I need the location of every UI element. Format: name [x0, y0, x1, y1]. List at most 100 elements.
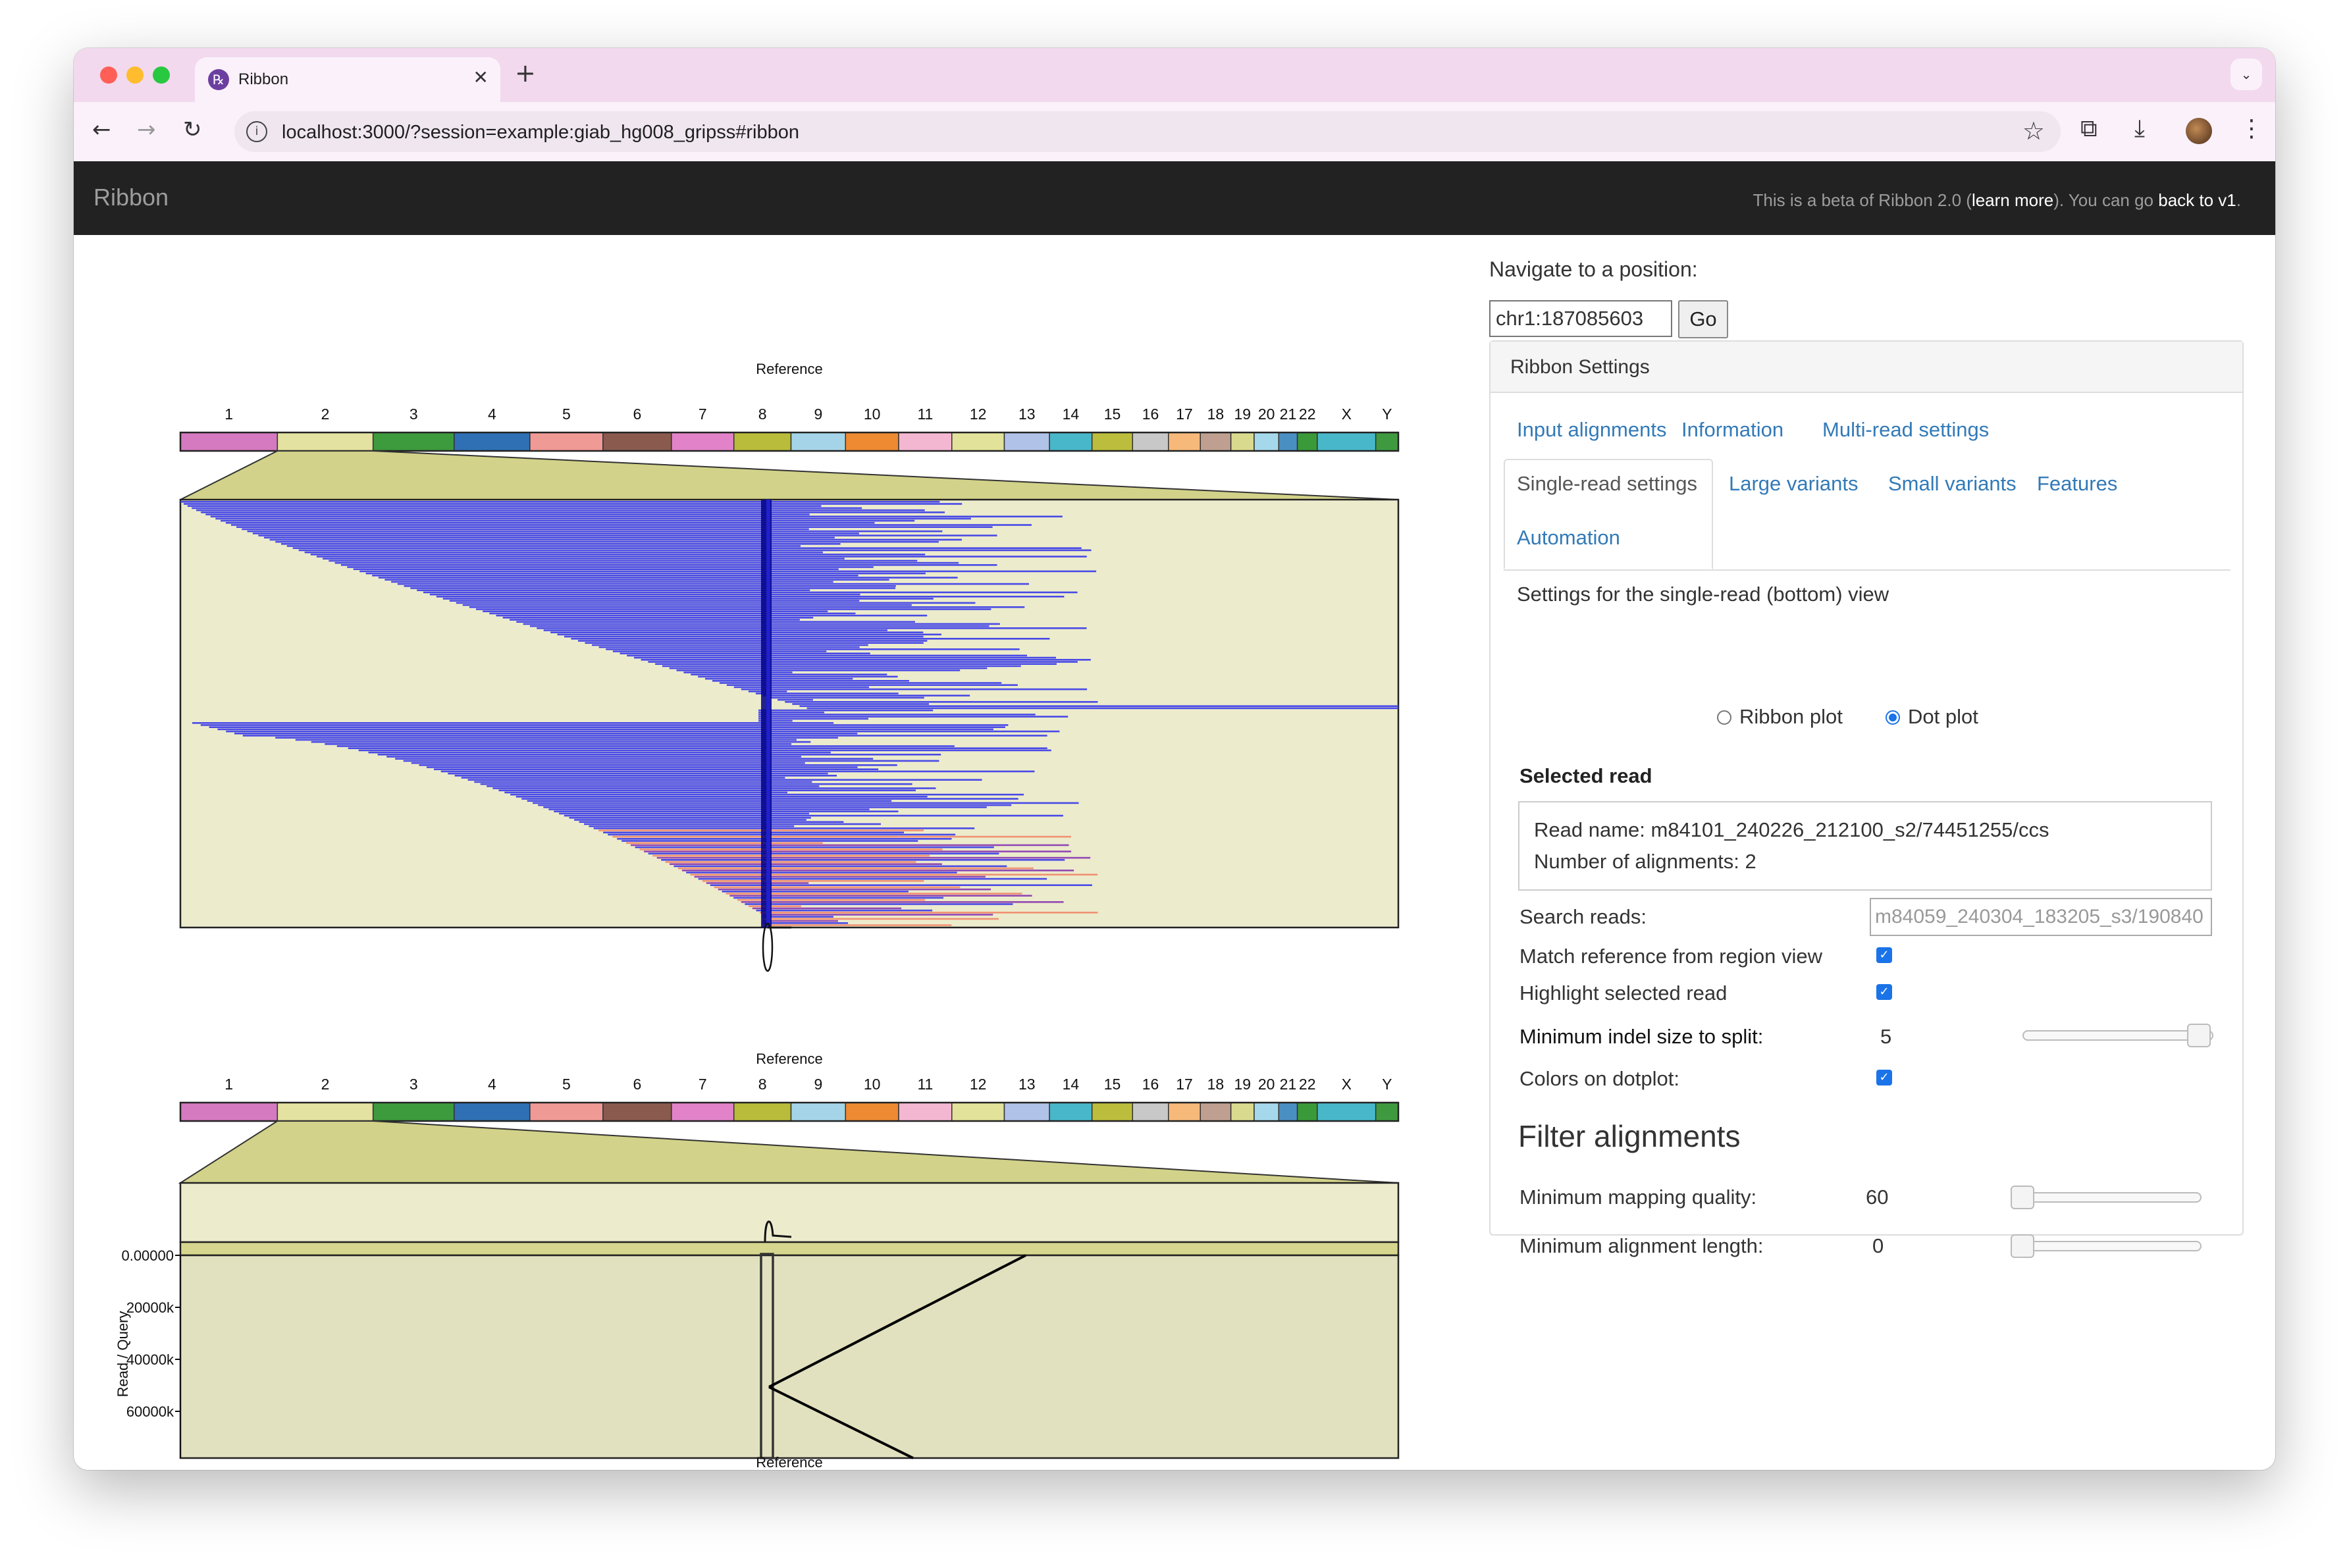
dotplot-chrom-band-3	[372, 1102, 455, 1122]
dot-plot-label[interactable]: Dot plot	[1908, 705, 1978, 729]
dotplot-area	[179, 1254, 1400, 1459]
dotplot-chrom-band-4	[454, 1102, 531, 1122]
tab-input-alignments[interactable]: Input alignments	[1517, 418, 1666, 442]
tab-search-chevron-icon[interactable]: ⌄	[2230, 59, 2262, 90]
read-alignment	[702, 880, 924, 882]
read-alignment	[440, 770, 1035, 773]
dot-plot-radio[interactable]	[1886, 710, 1900, 725]
dotplot-chrom-band-2	[277, 1102, 374, 1122]
position-input[interactable]	[1489, 300, 1672, 337]
read-alignment	[467, 779, 982, 781]
plots-area[interactable]: Reference1 2 3 4 5 6 7 8 9 10 11 12 13 14 15 16 17 18 19 20…	[74, 235, 1489, 1470]
close-window-icon[interactable]	[100, 66, 117, 84]
read-alignment	[652, 854, 930, 857]
min-mapq-slider[interactable]	[2011, 1192, 2202, 1203]
more-menu-icon[interactable]: ⋮	[2240, 115, 2263, 142]
browser-tab[interactable]: ℞ Ribbon ✕	[195, 57, 500, 102]
region-chrom-band-1	[180, 432, 278, 452]
go-button[interactable]: Go	[1678, 300, 1728, 338]
read-alignment	[183, 503, 963, 505]
close-tab-icon[interactable]: ✕	[473, 66, 488, 88]
search-reads-input[interactable]	[1870, 898, 2212, 936]
read-alignment	[410, 587, 896, 589]
zoom-window-icon[interactable]	[153, 66, 170, 84]
region-chrom-band-11	[898, 432, 953, 452]
dotplot-chrom-band-20	[1254, 1102, 1280, 1122]
back-arrow-icon[interactable]: ←	[92, 117, 111, 143]
tab-large-variants[interactable]: Large variants	[1729, 472, 1858, 496]
min-mapq-slider-thumb[interactable]	[2011, 1186, 2034, 1209]
region-chrom-band-18	[1200, 432, 1232, 452]
dotplot-chrom-label-8: 8	[758, 1076, 767, 1093]
url-field[interactable]: i localhost:3000/?session=example:giab_h…	[234, 111, 2061, 152]
dotplot-chrom-label-16: 16	[1142, 1076, 1159, 1093]
read-alignment	[187, 505, 822, 507]
forward-arrow-icon[interactable]: →	[137, 117, 156, 143]
colors-dotplot-checkbox[interactable]: ✓	[1876, 1070, 1892, 1085]
region-chrom-band-7	[671, 432, 735, 452]
read-alignment	[648, 852, 999, 854]
read-alignment	[426, 766, 858, 768]
dotplot-chrom-label-22: 22	[1299, 1076, 1316, 1093]
minimize-window-icon[interactable]	[126, 66, 144, 84]
dotplot-chrom-label-12: 12	[970, 1076, 987, 1093]
read-alignment	[606, 648, 1020, 650]
ribbon-plot-radio[interactable]	[1717, 710, 1731, 725]
region-chrom-band-Y	[1375, 432, 1399, 452]
ribbon-favicon-icon: ℞	[208, 69, 229, 90]
ribbon-plot-label[interactable]: Ribbon plot	[1739, 705, 1843, 729]
site-info-icon[interactable]: i	[246, 121, 267, 142]
read-alignment	[480, 783, 912, 785]
region-chrom-band-8	[733, 432, 792, 452]
dotplot-y-tick-label: 40000k	[126, 1351, 174, 1368]
bookmark-star-icon[interactable]: ☆	[2022, 117, 2045, 145]
dotplot-chrom-label-20: 20	[1258, 1076, 1275, 1093]
region-chrom-label-18: 18	[1207, 405, 1225, 423]
tab-automation[interactable]: Automation	[1517, 526, 1620, 550]
read-alignment	[196, 509, 925, 511]
selected-read-title: Selected read	[1519, 764, 1652, 787]
region-chrom-label-14: 14	[1063, 405, 1080, 423]
match-reference-checkbox[interactable]: ✓	[1876, 947, 1892, 963]
tab-small-variants[interactable]: Small variants	[1888, 472, 2017, 496]
read-alignment	[756, 909, 933, 912]
region-chrom-label-17: 17	[1176, 405, 1193, 423]
tab-multi-read-settings[interactable]: Multi-read settings	[1822, 418, 1989, 442]
read-alignment	[281, 543, 841, 545]
region-chrom-band-22	[1296, 432, 1318, 452]
navigate-label: Navigate to a position:	[1489, 257, 1698, 281]
min-indel-slider[interactable]	[2022, 1030, 2213, 1041]
learn-more-link[interactable]: learn more	[1972, 190, 2053, 210]
download-icon[interactable]: ⤓	[2134, 115, 2145, 143]
tab-information[interactable]: Information	[1681, 418, 1783, 442]
highlight-read-label: Highlight selected read	[1519, 981, 1728, 1005]
min-indel-slider-thumb[interactable]	[2187, 1024, 2211, 1047]
read-alignment	[799, 705, 1398, 707]
read-alignment	[395, 758, 874, 760]
min-length-slider-thumb[interactable]	[2011, 1234, 2034, 1258]
region-chrom-label-2: 2	[321, 405, 330, 423]
new-tab-icon[interactable]: +	[515, 59, 536, 88]
read-name-text: Read name: m84101_240226_212100_s2/74451…	[1534, 818, 2049, 841]
min-length-slider[interactable]	[2011, 1241, 2202, 1251]
read-alignment	[571, 638, 1050, 640]
app-brand[interactable]: Ribbon	[93, 184, 169, 211]
back-to-v1-link[interactable]: back to v1	[2158, 190, 2236, 210]
highlight-read-checkbox[interactable]: ✓	[1876, 984, 1892, 1000]
read-alignment	[712, 680, 909, 682]
region-chrom-label-4: 4	[488, 405, 496, 423]
region-chrom-label-22: 22	[1299, 405, 1316, 423]
read-alignment	[705, 677, 853, 680]
region-chrom-label-9: 9	[814, 405, 823, 423]
profile-avatar[interactable]	[2186, 118, 2212, 144]
tab-single-read-label[interactable]: Single-read settings	[1517, 472, 1697, 496]
read-alignment	[442, 598, 934, 600]
reload-icon[interactable]: ↻	[183, 117, 202, 143]
url-text[interactable]: localhost:3000/?session=example:giab_hg0…	[282, 122, 799, 144]
tab-features[interactable]: Features	[2037, 472, 2117, 496]
extensions-puzzle-icon[interactable]: ⧉	[2080, 115, 2098, 143]
read-alignment	[641, 659, 1091, 661]
beta-text-suffix: .	[2236, 190, 2241, 210]
read-alignment	[537, 627, 1087, 629]
dotplot-chrom-label-Y: Y	[1382, 1076, 1392, 1093]
